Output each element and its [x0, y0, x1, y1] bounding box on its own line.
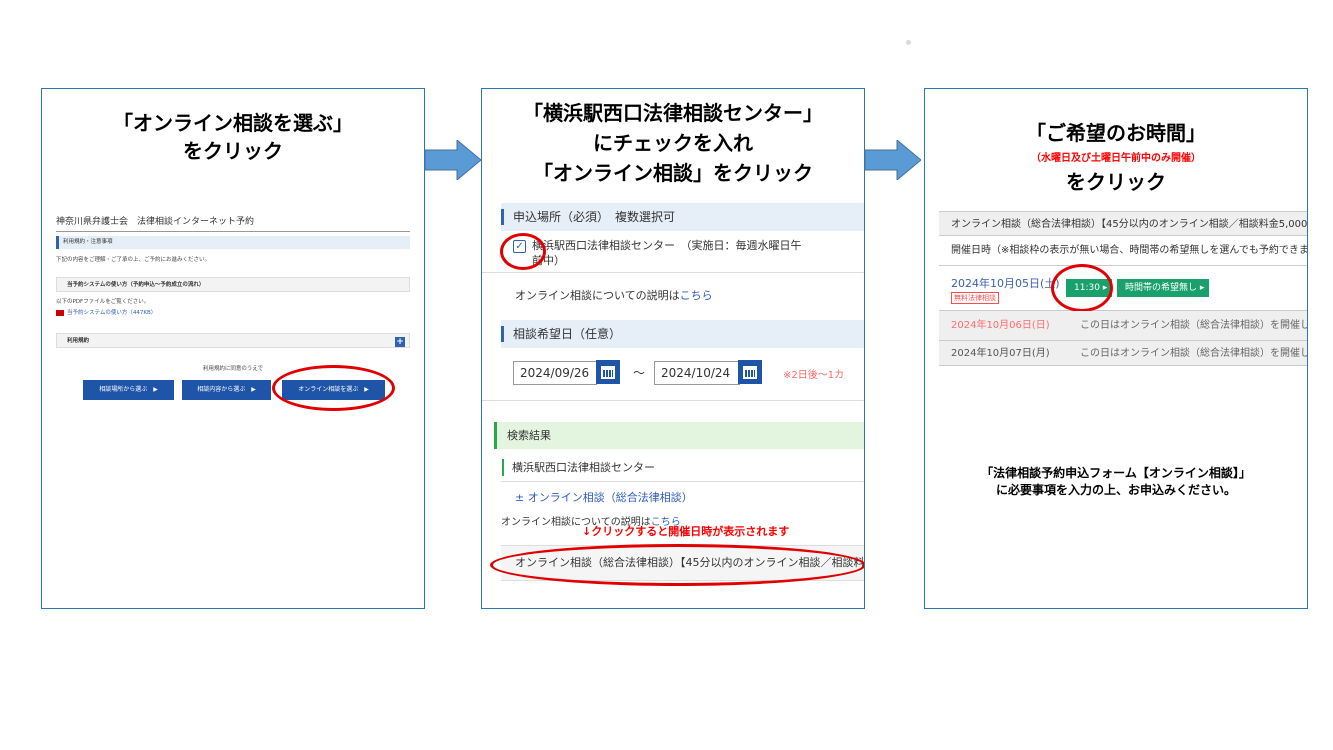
online-note: オンライン相談についての説明はこちら [515, 287, 713, 303]
terms-bar: 利用規約・注意事項 [56, 236, 410, 249]
step3-panel: 「ご希望のお時間」 （水曜日及び土曜日午前中のみ開催） をクリック オンライン相… [924, 88, 1308, 609]
click-hint: ↓クリックすると開催日時が表示されます [582, 525, 790, 538]
row1-date: 2024年10月05日(土) [951, 277, 1060, 290]
step2-title-line1: 「横浜駅西口法律相談センター」 [523, 101, 823, 125]
footer-line2: に必要事項を入力の上、お申込みください。 [995, 483, 1236, 497]
divider [482, 272, 864, 273]
row2-date: 2024年10月06日(日) [951, 320, 1050, 331]
terms-section[interactable]: 利用規約 + [56, 333, 410, 348]
date-separator: ～ [633, 366, 646, 380]
terms-title: 利用規約 [67, 338, 90, 344]
arrow-right-icon [425, 140, 481, 180]
no-time-preference-button[interactable]: 時間帯の希望無し ▸ [1117, 279, 1209, 297]
plus-icon[interactable]: + [395, 337, 405, 347]
pdf-link-label: 当予約システムの使い方（447KB） [67, 310, 157, 316]
arrow-right-icon [865, 140, 921, 180]
result-center: 横浜駅西口法律相談センター [502, 459, 655, 476]
row-highlight-oval [490, 544, 864, 586]
pdf-link[interactable]: 当予約システムの使い方（447KB） [56, 308, 410, 316]
center-label: 横浜駅西口法律相談センター （実施日：毎週水曜日午前中） [532, 239, 802, 267]
step2-title-line2: にチェックを入れ [593, 131, 753, 155]
divider [501, 481, 864, 482]
row2-text: この日はオンライン相談（総合法律相談）を開催し [1080, 320, 1307, 331]
schedule-note-row: 開催日時（※相談枠の表示が無い場合、時間帯の希望無しを選んでも予約できま [939, 236, 1307, 266]
how-to-section[interactable]: 当予約システムの使い方（予約申込〜予約成立の流れ） [56, 277, 410, 292]
schedule-row-2: 2024年10月07日(月) この日はオンライン相談（総合法律相談）を開催し [939, 341, 1307, 366]
step1-title-line2: をクリック [183, 139, 283, 163]
date-bar: 相談希望日（任意） [501, 320, 864, 348]
checkbox-highlight-oval [500, 233, 546, 270]
calendar-icon[interactable] [738, 360, 762, 384]
choose-by-content-button[interactable]: 相談内容から選ぶ ▶ [182, 380, 271, 400]
date-note: ※2日後〜1カ [783, 370, 845, 381]
online-note-text: オンライン相談についての説明は [515, 289, 680, 302]
step2-panel: 「横浜駅西口法律相談センター」 にチェックを入れ 「オンライン相談」をクリック … [481, 88, 865, 609]
consult-header-row: オンライン相談（総合法律相談）【45分以内のオンライン相談／相談料金5,000 [939, 211, 1307, 236]
online-note-link[interactable]: こちら [680, 289, 713, 302]
place-bar: 申込場所（必須） 複数選択可 [501, 203, 864, 231]
result-bar: 検索結果 [494, 422, 864, 449]
pdf-note: 以下のPDFファイルをご覧ください。 [56, 299, 150, 305]
time-highlight-oval [1051, 264, 1113, 312]
site-header: 神奈川県弁護士会 法律相談インターネット予約 [56, 214, 410, 232]
free-consult-badge: 無料法律相談 [951, 292, 999, 304]
row3-date: 2024年10月07日(月) [951, 348, 1050, 359]
divider [482, 400, 864, 401]
step3-title-line1: 「ご希望のお時間」 [1026, 121, 1206, 145]
date-from-input[interactable]: 2024/09/26 [513, 361, 597, 385]
date-to-input[interactable]: 2024/10/24 [654, 361, 740, 385]
step1-panel: 「オンライン相談を選ぶ」 をクリック 神奈川県弁護士会 法律相談インターネット予… [41, 88, 425, 609]
choose-by-place-button[interactable]: 相談場所から選ぶ ▶ [83, 380, 174, 400]
intro-text: 下記の内容をご理解・ご了承の上、ご予約にお進みください。 [56, 257, 211, 263]
footer-line1: 「法律相談予約申込フォーム【オンライン相談】」 [981, 466, 1251, 480]
step3-subtitle: （水曜日及び土曜日午前中のみ開催） [1031, 153, 1201, 164]
schedule-row-1: 2024年10月06日(日) この日はオンライン相談（総合法律相談）を開催し [939, 311, 1307, 341]
result-link[interactable]: ± オンライン相談（総合法律相談） [515, 489, 693, 505]
step2-title-line3: 「オンライン相談」をクリック [533, 161, 813, 185]
decorative-dot [906, 40, 911, 45]
step1-title-line1: 「オンライン相談を選ぶ」 [113, 111, 353, 135]
pdf-icon [56, 309, 64, 316]
schedule-row-0: 2024年10月05日(土) 無料法律相談 11:30 ▸ 時間帯の希望無し ▸ [939, 266, 1307, 311]
step3-title-line2: をクリック [1066, 170, 1166, 194]
highlight-oval [272, 365, 395, 411]
calendar-icon[interactable] [596, 360, 620, 384]
row3-text: この日はオンライン相談（総合法律相談）を開催し [1080, 348, 1307, 359]
